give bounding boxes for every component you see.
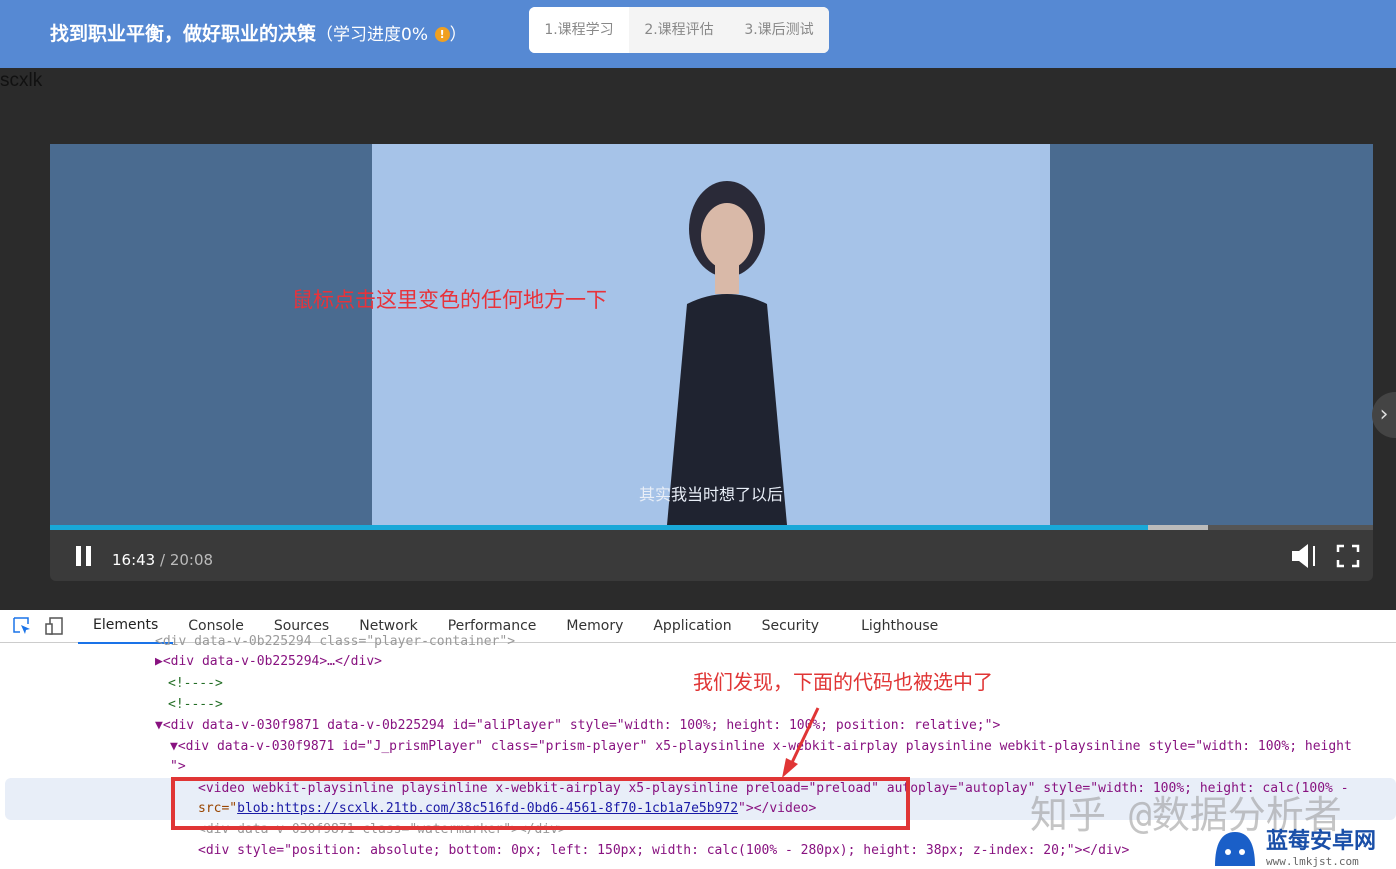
- dom-line[interactable]: <!---->: [168, 695, 223, 715]
- pause-icon[interactable]: [74, 545, 94, 567]
- site-label: scxlk: [0, 70, 43, 91]
- info-icon[interactable]: !: [434, 27, 450, 42]
- step-post-test[interactable]: 3.课后测试: [729, 7, 829, 53]
- android-logo-icon: [1215, 832, 1255, 866]
- tab-lighthouse[interactable]: Lighthouse: [846, 610, 953, 643]
- dom-tree: <div data-v-0b225294 class="player-conta…: [0, 634, 1396, 869]
- dom-line[interactable]: ▼<div data-v-030f9871 id="J_prismPlayer"…: [170, 737, 1352, 757]
- video-screen[interactable]: 其实我当时想了以后 鼠标点击这里变色的任何地方一下: [50, 144, 1373, 525]
- course-title: 找到职业平衡，做好职业的决策（学习进度0% !）: [50, 23, 467, 45]
- step-course-evaluation[interactable]: 2.课程评估: [629, 7, 729, 53]
- chevron-right-icon[interactable]: ›: [1372, 392, 1396, 438]
- progress-note: （学习进度0%: [316, 25, 428, 45]
- video-frame[interactable]: 其实我当时想了以后: [372, 144, 1050, 525]
- progress-bar[interactable]: [50, 525, 1373, 530]
- dom-line[interactable]: <div data-v-0b225294 class="player-conta…: [155, 632, 515, 652]
- tab-security[interactable]: Security: [747, 610, 835, 643]
- hint-annotation: 鼠标点击这里变色的任何地方一下: [292, 288, 607, 312]
- device-toolbar-icon[interactable]: [44, 616, 64, 636]
- site-logo: 蓝莓安卓网 www.lmkjst.com: [1210, 822, 1376, 868]
- dom-line[interactable]: <div style="position: absolute; bottom: …: [198, 841, 1129, 861]
- presenter-image: [667, 181, 787, 525]
- course-steps: 1.课程学习 2.课程评估 3.课后测试: [529, 7, 829, 53]
- step-course-study[interactable]: 1.课程学习: [529, 7, 629, 53]
- devtools-panel: Elements Console Sources Network Perform…: [0, 610, 1396, 869]
- inspect-element-icon[interactable]: [12, 616, 32, 636]
- tab-memory[interactable]: Memory: [551, 610, 638, 643]
- tab-application[interactable]: Application: [638, 610, 746, 643]
- arrow-icon: [782, 707, 820, 778]
- video-player[interactable]: 其实我当时想了以后 鼠标点击这里变色的任何地方一下 16:43 / 20:08: [50, 144, 1373, 581]
- volume-muted-icon[interactable]: [1290, 542, 1320, 570]
- dom-line[interactable]: ▶<div data-v-0b225294>…</div>: [155, 652, 382, 672]
- video-subtitle: 其实我当时想了以后: [638, 485, 783, 504]
- fullscreen-icon[interactable]: [1336, 544, 1360, 568]
- dom-line[interactable]: ▼<div data-v-030f9871 data-v-0b225294 id…: [155, 716, 1000, 736]
- course-header: 找到职业平衡，做好职业的决策（学习进度0% !） 1.课程学习 2.课程评估 3…: [0, 0, 1396, 68]
- code-annotation: 我们发现，下面的代码也被选中了: [693, 670, 993, 694]
- time-display: 16:43 / 20:08: [112, 551, 214, 569]
- played-bar: [50, 525, 1149, 530]
- dom-line[interactable]: <!---->: [168, 674, 223, 694]
- dom-line[interactable]: ">: [170, 757, 186, 777]
- highlight-box: [171, 777, 910, 830]
